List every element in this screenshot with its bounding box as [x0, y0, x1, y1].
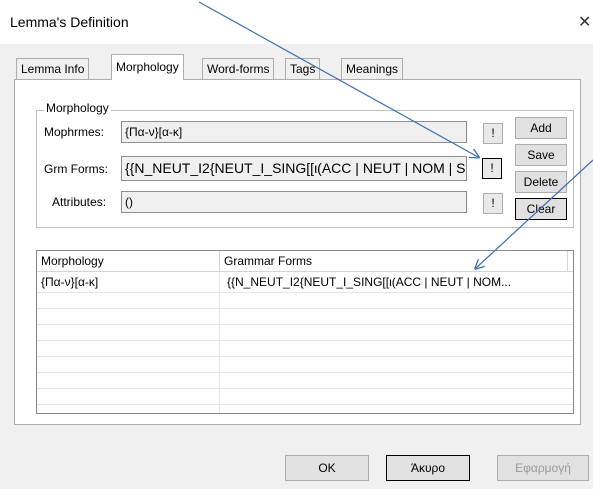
- attributes-field[interactable]: (): [121, 191, 467, 213]
- tab-lemma-info[interactable]: Lemma Info: [16, 58, 90, 79]
- clear-button[interactable]: Clear: [515, 198, 567, 220]
- row-gridline: [37, 372, 573, 373]
- delete-button[interactable]: Delete: [515, 171, 567, 193]
- grm-forms-field[interactable]: {{N_NEUT_I2{NEUT_I_SING[[ι(ACC | NEUT | …: [121, 156, 467, 181]
- tab-morphology[interactable]: Morphology: [111, 54, 184, 80]
- row-gridline: [37, 404, 573, 405]
- column-separator[interactable]: [567, 251, 568, 272]
- morphology-group-label: Morphology: [44, 101, 111, 115]
- attributes-label: Attributes:: [52, 195, 107, 209]
- column-header-grammar-forms[interactable]: Grammar Forms: [220, 251, 573, 272]
- morphemes-field[interactable]: {Πα-ν}[α-κ]: [121, 121, 467, 143]
- row-gridline: [37, 324, 573, 325]
- add-button[interactable]: Add: [515, 117, 567, 139]
- row-gridline: [37, 340, 573, 341]
- morphemes-check-button[interactable]: !: [483, 123, 503, 144]
- attributes-check-button[interactable]: !: [483, 193, 503, 214]
- row-gridline: [37, 308, 573, 309]
- ok-button[interactable]: OK: [285, 455, 369, 481]
- tab-meanings[interactable]: Meanings: [341, 58, 404, 79]
- window-title: Lemma's Definition: [10, 14, 129, 30]
- row-gridline: [37, 388, 573, 389]
- row-gridline: [37, 356, 573, 357]
- close-icon[interactable]: ✕: [578, 12, 591, 32]
- grm-forms-check-button[interactable]: !: [482, 158, 502, 179]
- column-gridline: [219, 272, 220, 413]
- row-gridline: [37, 292, 573, 293]
- cell-grammar-forms: {{N_NEUT_I2{NEUT_I_SING[[ι(ACC | NEUT | …: [227, 275, 512, 289]
- tab-word-forms[interactable]: Word-forms: [202, 58, 275, 79]
- cell-morphology: {Πα-ν}[α-κ]: [41, 275, 99, 289]
- save-button[interactable]: Save: [515, 144, 567, 166]
- morphology-list[interactable]: Morphology Grammar Forms {Πα-ν}[α-κ] {{N…: [36, 250, 574, 414]
- tab-tags[interactable]: Tags: [285, 58, 321, 79]
- grm-forms-label: Grm Forms:: [44, 162, 108, 176]
- apply-button[interactable]: Εφαρμογή: [497, 455, 589, 481]
- cancel-button[interactable]: Άκυρο: [386, 455, 470, 481]
- morphemes-label: Mophrmes:: [44, 125, 105, 139]
- column-header-morphology[interactable]: Morphology: [37, 251, 219, 272]
